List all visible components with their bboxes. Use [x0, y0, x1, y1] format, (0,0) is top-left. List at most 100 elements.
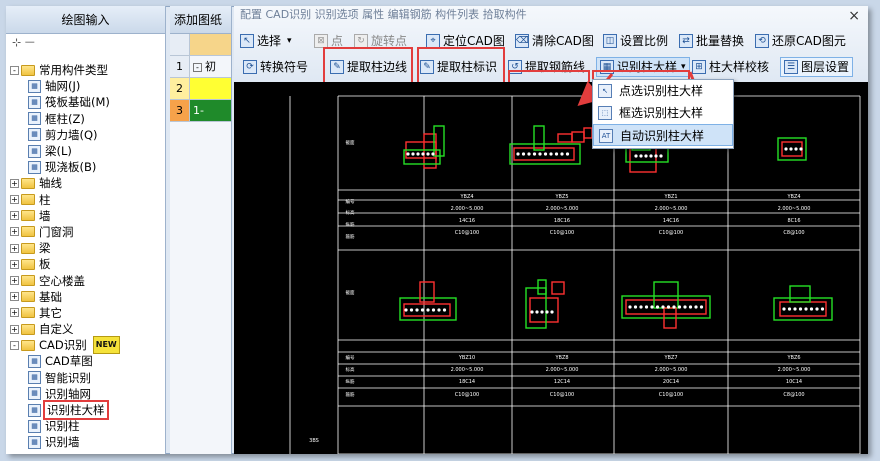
rebar-dot [538, 152, 542, 156]
batch-replace-button[interactable]: ⇄ 批量替换 [679, 31, 744, 51]
box-select-recognize-item[interactable]: ⬚ 框选识别柱大样 [593, 102, 733, 124]
rebar-dot [798, 307, 803, 311]
tree-item[interactable]: + 空心楼盖 [6, 272, 166, 288]
expand-icon[interactable]: + [10, 259, 19, 269]
section-outline [625, 299, 707, 315]
tree-item[interactable]: ▦ 现浇板(B) [6, 159, 166, 175]
rebar-dot [809, 307, 814, 311]
rebar-dot [639, 154, 643, 158]
drawing-row[interactable]: 3 1- [170, 100, 231, 122]
rebar-dot [442, 308, 447, 312]
tree-item[interactable]: ▦ 识别柱 [6, 418, 166, 434]
column-stirrup: C10@100 [455, 230, 479, 236]
expand-icon[interactable]: + [10, 211, 19, 221]
cad-canvas[interactable]: 截面 编号 标高 纵筋 箍筋 截面 编号 标高 纵筋 箍筋 YBZ4 2.000~5.000 14C16… [234, 82, 868, 454]
rebar-dot [549, 152, 553, 156]
tree-item[interactable]: + 轴线 [6, 175, 166, 191]
drawing-row[interactable]: 1 -初 [170, 56, 231, 78]
column-stirrup: C10@100 [659, 392, 683, 398]
folder-icon [21, 258, 35, 270]
tree-item[interactable]: + 基础 [6, 289, 166, 305]
row-label: 编号 [346, 354, 355, 361]
rebar-dot [666, 305, 671, 309]
expand-icon[interactable]: + [10, 227, 19, 237]
locate-icon: ⌖ [426, 34, 440, 48]
folder-icon [21, 307, 35, 319]
point-select-recognize-item[interactable]: ↖ 点选识别柱大样 [593, 80, 733, 102]
tree-item[interactable]: + 梁 [6, 240, 166, 256]
expand-icon[interactable]: + [10, 276, 19, 286]
tree-item[interactable]: + 门窗洞 [6, 224, 166, 240]
expand-icon[interactable]: + [10, 292, 19, 302]
tree-item[interactable]: ▦ 识别柱大样 [6, 400, 166, 421]
expand-icon[interactable]: + [10, 308, 19, 318]
pin-icon[interactable]: ⊹ [12, 36, 21, 49]
drawing-row[interactable]: 2 [170, 78, 231, 100]
section-outline [571, 131, 585, 143]
cad-icon: ▦ [28, 403, 41, 417]
expand-icon[interactable]: + [10, 195, 19, 205]
rebar-dot [406, 152, 410, 156]
rebar-dot [530, 310, 534, 314]
cursor-icon: ↖ [240, 34, 254, 48]
row-label: 标高 [346, 366, 355, 373]
section-outline [653, 281, 679, 309]
section-outline [537, 279, 547, 295]
set-scale-button[interactable]: ◫ 设置比例 [603, 31, 668, 51]
panel-title: 绘图输入 [6, 6, 165, 34]
tree-item[interactable]: ▦ 识别墙 [6, 434, 166, 450]
close-icon[interactable]: × [848, 8, 860, 24]
tree-item[interactable]: ▦ 筏板基础(M) [6, 94, 166, 110]
smart-icon: ▦ [28, 371, 41, 385]
tree-item[interactable]: ▦ CAD草图 [6, 353, 166, 369]
rebar-dot [794, 147, 798, 151]
convert-symbol-button[interactable]: ⟳ 转换符号 [243, 57, 308, 77]
new-badge: NEW [92, 336, 120, 355]
rebar-dot [815, 307, 819, 311]
rebar-dot [532, 152, 537, 156]
section-outline [419, 281, 435, 303]
auto-recognize-item[interactable]: AT 自动识别柱大样 [593, 124, 733, 146]
grid-icon: ▦ [28, 79, 41, 93]
expand-icon[interactable]: + [10, 178, 19, 188]
tree-item[interactable]: ▦ 识别轴网 [6, 386, 166, 402]
folder-icon [21, 226, 35, 238]
tree-item[interactable]: ▦ 剪力墙(Q) [6, 127, 166, 143]
tree-item[interactable]: + 柱 [6, 192, 166, 208]
component-tree: - 常用构件类型 ▦ 轴网(J) ▦ 筏板基础(M) ▦ 框柱(Z) ▦ 剪力墙(Q) ▦ 梁(L) ▦… [6, 62, 166, 451]
expand-icon[interactable]: + [10, 324, 19, 334]
tree-item[interactable]: - CAD识别 NEW [6, 336, 166, 355]
select-button[interactable]: ↖ 选择 ▾ [240, 31, 292, 51]
clear-cad-button[interactable]: ⌫ 清除CAD图 [515, 31, 594, 51]
tree-item[interactable]: + 自定义 [6, 321, 166, 337]
check-icon: ⊞ [692, 60, 706, 74]
tree-item[interactable]: - 常用构件类型 [6, 62, 166, 78]
column-elevation: 2.000~5.000 [778, 367, 811, 373]
rebar-dot [540, 310, 544, 314]
collapse-icon[interactable]: ᅳ [25, 36, 35, 49]
row-label: 截面 [346, 139, 355, 146]
restore-cad-button[interactable]: ⟲ 还原CAD图元 [755, 31, 846, 51]
layer-settings-button[interactable]: ☰ 图层设置 [780, 57, 854, 77]
rebar-dot [404, 308, 408, 312]
tree-item[interactable]: + 板 [6, 256, 166, 272]
column-detail-check-button[interactable]: ⊞ 柱大样校核 [692, 57, 769, 77]
rebar-dot [521, 152, 526, 156]
rebar-dot [654, 154, 658, 158]
rebar-dot [804, 307, 808, 311]
tree-item[interactable]: ▦ 梁(L) [6, 143, 166, 159]
tree-item[interactable]: ▦ 框柱(Z) [6, 111, 166, 127]
column-elevation: 2.000~5.000 [655, 367, 688, 373]
rebar-dot [644, 305, 649, 309]
add-drawing-tab[interactable]: 添加图纸 [170, 6, 231, 34]
tree-item[interactable]: + 墙 [6, 208, 166, 224]
expand-icon[interactable]: + [10, 243, 19, 253]
tree-item[interactable]: + 其它 [6, 305, 166, 321]
row-label: 编号 [346, 198, 355, 205]
tree-item[interactable]: ▦ 智能识别 [6, 370, 166, 386]
tree-item[interactable]: ▦ 轴网(J) [6, 78, 166, 94]
section-outline [533, 125, 545, 151]
collapse-icon[interactable]: - [10, 65, 19, 75]
collapse-icon[interactable]: - [10, 340, 19, 350]
column-id: YBZ10 [458, 355, 475, 361]
